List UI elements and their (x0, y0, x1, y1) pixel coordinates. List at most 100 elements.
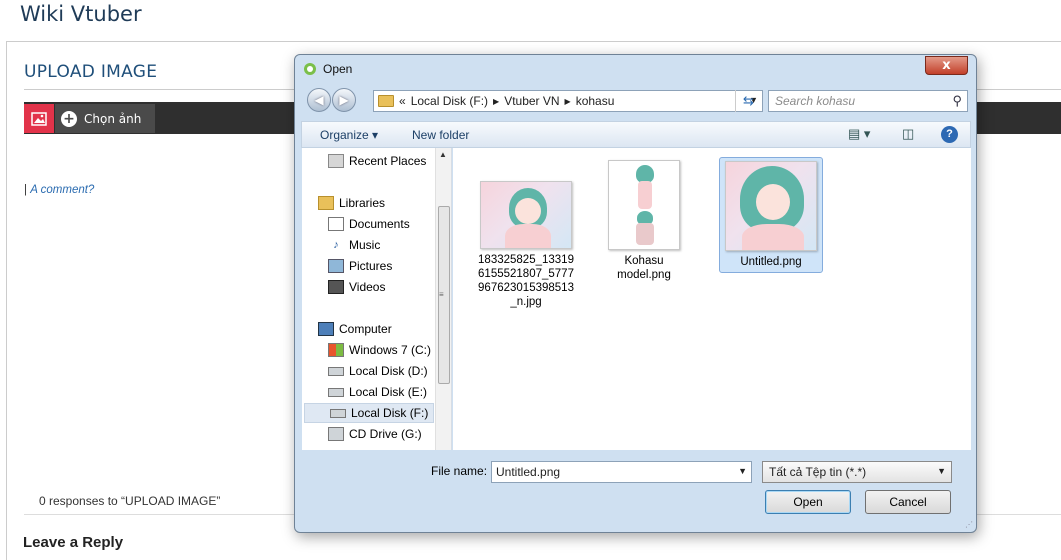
cd-drive-icon (328, 427, 344, 441)
nav-pictures[interactable]: Pictures (328, 256, 392, 276)
crumb-folder[interactable]: Vtuber VN (504, 94, 559, 108)
open-button[interactable]: Open (765, 490, 851, 514)
nav-label: Local Disk (D:) (349, 364, 428, 378)
search-input[interactable]: Search kohasu ⚲ (768, 90, 968, 112)
image-button[interactable] (24, 104, 54, 133)
comment-prefix: | (24, 184, 27, 196)
nav-drive-d[interactable]: Local Disk (D:) (328, 361, 428, 381)
recent-places-icon (328, 154, 344, 168)
address-navbar: ◀ ▶ « Local Disk (F:) ▶ Vtuber VN ▶ koha… (301, 86, 971, 116)
cancel-button[interactable]: Cancel (865, 490, 951, 514)
refresh-button[interactable]: ⇆ (735, 90, 761, 112)
nav-label: Local Disk (F:) (351, 406, 429, 420)
face-shape (756, 184, 790, 220)
responses-count: 0 responses to “UPLOAD IMAGE” (39, 494, 221, 508)
pictures-icon (328, 259, 344, 273)
folder-icon (378, 95, 394, 107)
scroll-up-icon[interactable]: ▲ (439, 150, 447, 159)
file-name-label: File name: (431, 464, 488, 478)
nav-drive-f[interactable]: Local Disk (F:) (304, 403, 434, 423)
organize-button[interactable]: Organize ▾ (320, 128, 378, 142)
address-overflow[interactable]: « (399, 94, 406, 108)
file-name-input[interactable]: Untitled.png ▼ (491, 461, 752, 483)
body-shape (638, 181, 652, 209)
chevron-right-icon[interactable]: ▶ (493, 97, 499, 106)
new-folder-button[interactable]: New folder (412, 128, 469, 142)
close-button[interactable]: x (925, 56, 968, 75)
file-name: 967623015398513 (478, 282, 574, 294)
nav-label: Local Disk (E:) (349, 385, 428, 399)
file-name: 6155521807_5777 (478, 268, 574, 280)
comment-line: | A comment? (24, 184, 94, 196)
crumb-drive[interactable]: Local Disk (F:) (411, 94, 488, 108)
view-options-icon[interactable]: ▤ ▾ (848, 126, 870, 142)
nav-drive-g[interactable]: CD Drive (G:) (328, 424, 422, 444)
comment-link[interactable]: A comment? (30, 184, 94, 196)
nav-documents[interactable]: Documents (328, 214, 410, 234)
nav-music[interactable]: ♪ Music (328, 235, 380, 255)
dialog-title-text: Open (323, 62, 353, 76)
help-icon[interactable]: ? (941, 126, 958, 143)
leave-reply-heading: Leave a Reply (23, 534, 124, 551)
nav-videos[interactable]: Videos (328, 277, 385, 297)
windows-drive-icon (328, 343, 344, 357)
search-icon[interactable]: ⚲ (952, 93, 962, 109)
refresh-icon: ⇆ (743, 93, 754, 109)
image-icon (31, 111, 47, 126)
file-item[interactable]: Kohasu model.png (589, 160, 699, 282)
navigation-pane: Recent Places Libraries Documents ♪ Music… (302, 148, 452, 450)
file-name: Kohasu (624, 255, 664, 267)
nav-computer[interactable]: Computer (318, 319, 392, 339)
chevron-down-icon[interactable]: ▼ (937, 466, 946, 476)
address-bar[interactable]: « Local Disk (F:) ▶ Vtuber VN ▶ kohasu ▼ (373, 90, 763, 112)
nav-scrollbar[interactable]: ▲ ≡ (435, 148, 451, 450)
hard-drive-icon (330, 408, 346, 418)
plus-circle-icon: + (61, 110, 77, 127)
file-name-value: Untitled.png (496, 465, 561, 479)
file-type-select[interactable]: Tất cả Tệp tin (*.*) ▼ (762, 461, 952, 483)
body-shape (742, 224, 804, 250)
site-title[interactable]: Wiki Vtuber (20, 2, 142, 26)
nav-recent-places[interactable]: Recent Places (328, 151, 426, 171)
file-thumbnail (725, 161, 817, 251)
libraries-icon (318, 196, 334, 210)
nav-label: Videos (349, 280, 386, 294)
crumb-current[interactable]: kohasu (576, 94, 615, 108)
nav-label: Pictures (349, 259, 393, 273)
videos-icon (328, 280, 344, 294)
nav-label: Windows 7 (C:) (349, 343, 432, 357)
choose-image-label: Chọn ảnh (84, 111, 142, 126)
nav-drive-c[interactable]: Windows 7 (C:) (328, 340, 431, 360)
preview-pane-icon[interactable]: ◫ (902, 126, 914, 142)
chevron-right-icon[interactable]: ▶ (565, 97, 571, 106)
app-icon (304, 63, 316, 75)
forward-button[interactable]: ▶ (332, 88, 356, 112)
nav-label: Libraries (339, 196, 386, 210)
chevron-down-icon[interactable]: ▼ (738, 466, 747, 476)
resize-grip-icon[interactable]: ⋰ (965, 520, 973, 529)
file-item[interactable]: 183325825_13319 6155521807_5777 96762301… (471, 181, 581, 309)
file-thumbnail (480, 181, 572, 249)
file-list: 183325825_13319 6155521807_5777 96762301… (453, 148, 971, 450)
dialog-title: Open (303, 62, 352, 76)
nav-libraries[interactable]: Libraries (318, 193, 385, 213)
choose-image-button[interactable]: + Chọn ảnh (55, 104, 155, 133)
nav-label: CD Drive (G:) (349, 427, 422, 441)
file-item-selected[interactable]: Untitled.png (719, 157, 823, 273)
page-title: UPLOAD IMAGE (24, 62, 158, 82)
file-thumbnail (608, 160, 680, 250)
body-shape (505, 224, 551, 248)
command-bar: Organize ▾ New folder ▤ ▾ ◫ ? (301, 121, 971, 148)
hard-drive-icon (328, 366, 344, 376)
search-placeholder: Search kohasu (775, 94, 856, 108)
nav-drive-e[interactable]: Local Disk (E:) (328, 382, 427, 402)
back-button[interactable]: ◀ (307, 88, 331, 112)
file-type-value: Tất cả Tệp tin (*.*) (769, 465, 867, 479)
music-icon: ♪ (333, 239, 339, 251)
scroll-grip-icon: ≡ (439, 290, 444, 299)
file-name: 183325825_13319 (478, 254, 574, 266)
file-name: _n.jpg (510, 296, 542, 308)
file-name: model.png (617, 269, 671, 281)
hard-drive-icon (328, 387, 344, 397)
nav-label: Recent Places (349, 154, 427, 168)
